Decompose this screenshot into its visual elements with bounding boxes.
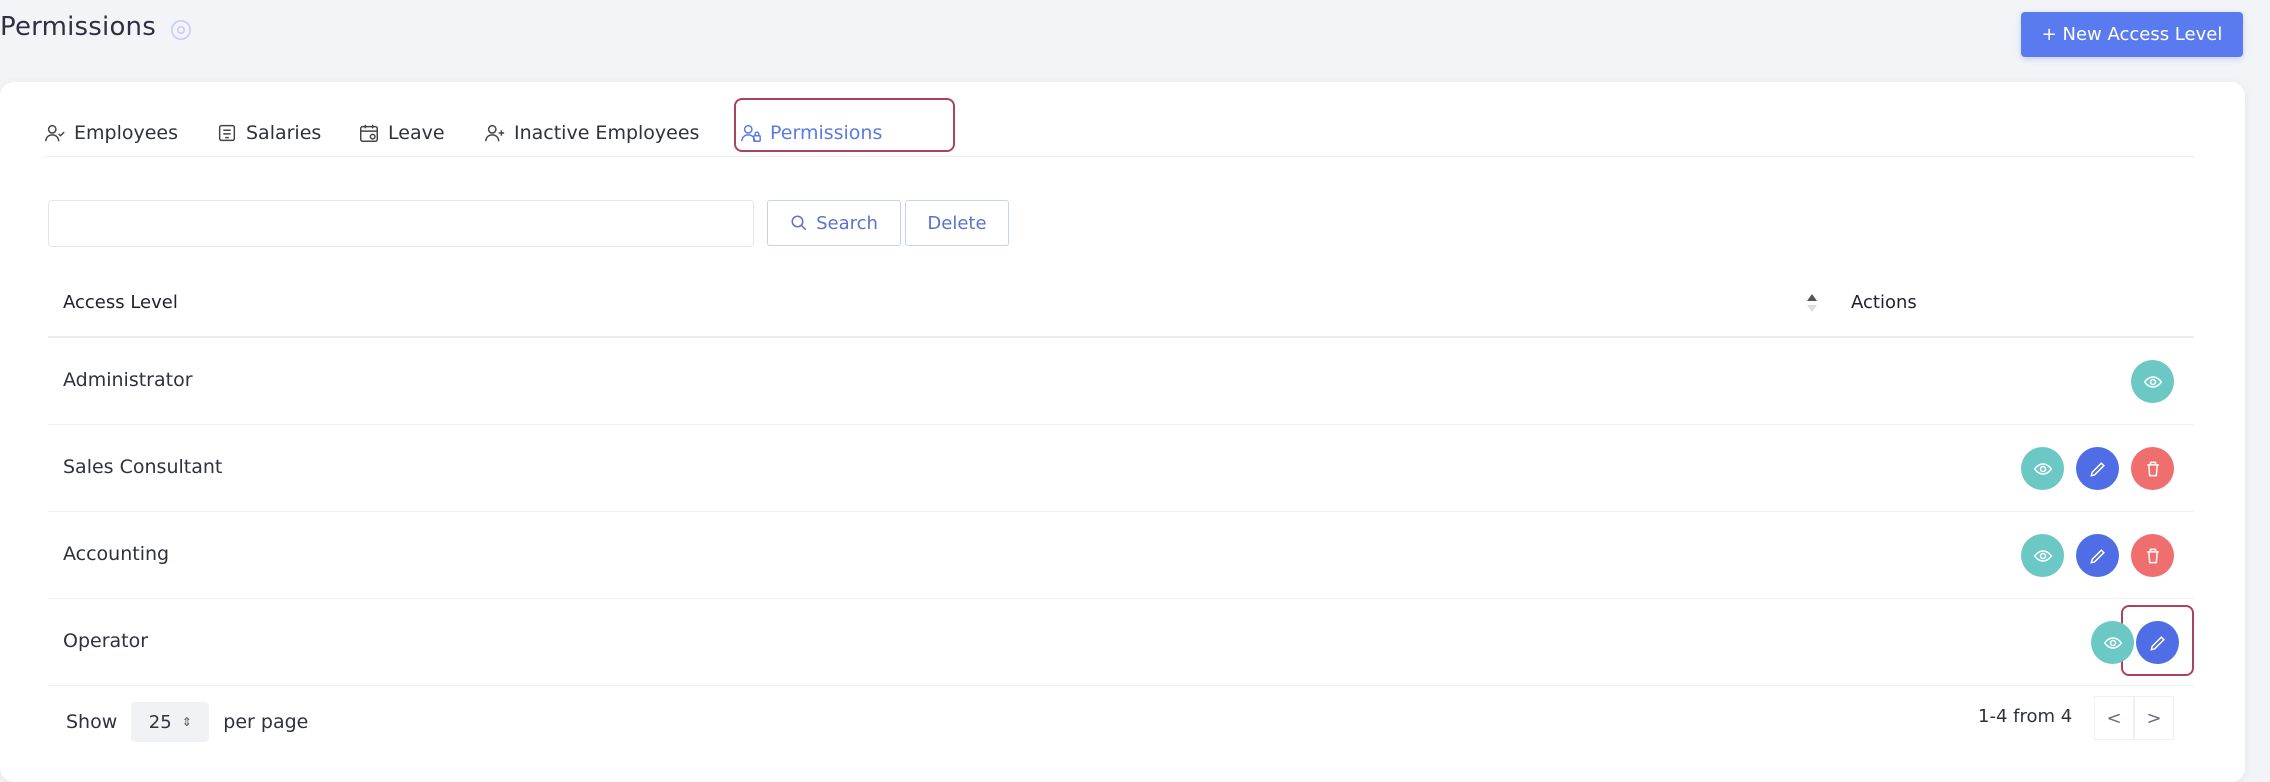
table-row: Administrator — [48, 338, 2194, 425]
pencil-icon — [2088, 459, 2108, 479]
chevron-left-icon: < — [2106, 707, 2122, 729]
edit-button[interactable] — [2076, 534, 2119, 577]
access-level-name: Operator — [63, 630, 149, 652]
chevron-right-icon: > — [2146, 707, 2162, 729]
trash-icon — [2143, 546, 2163, 566]
tab-permissions-label: Permissions — [770, 122, 883, 144]
tab-salaries-label: Salaries — [246, 122, 322, 144]
view-button[interactable] — [2131, 360, 2174, 403]
table-row: Operator — [48, 599, 2194, 686]
eye-icon — [2143, 372, 2163, 392]
search-button[interactable]: Search — [767, 200, 901, 246]
user-check-icon — [44, 122, 66, 144]
edit-button[interactable] — [2136, 621, 2179, 664]
row-actions — [2021, 447, 2174, 490]
tab-leave[interactable]: Leave — [358, 122, 445, 144]
access-level-name: Sales Consultant — [63, 456, 223, 478]
pencil-icon — [2088, 546, 2108, 566]
eye-icon — [2103, 633, 2123, 653]
new-access-level-label: + New Access Level — [2041, 24, 2223, 45]
table-header: Access Level Actions — [48, 272, 2194, 338]
per-page-select[interactable]: 25 ⇕ — [131, 702, 210, 742]
access-level-name: Administrator — [63, 369, 193, 391]
column-header-access-level[interactable]: Access Level — [63, 292, 178, 313]
table-row: Accounting — [48, 512, 2194, 599]
row-actions — [2091, 621, 2179, 664]
search-input[interactable] — [48, 200, 754, 247]
tab-employees[interactable]: Employees — [44, 122, 178, 144]
eye-icon — [2033, 546, 2053, 566]
column-header-actions: Actions — [1851, 292, 1917, 313]
search-button-label: Search — [816, 212, 878, 234]
trash-icon — [2143, 459, 2163, 479]
select-caret-icon: ⇕ — [181, 715, 192, 729]
delete-button-label: Delete — [927, 212, 987, 234]
view-button[interactable] — [2091, 621, 2134, 664]
sort-ascending-icon[interactable] — [1806, 292, 1818, 314]
table-row: Sales Consultant — [48, 425, 2194, 512]
pencil-icon — [2148, 633, 2168, 653]
pagination-info: 1-4 from 4 — [1978, 706, 2073, 727]
tab-salaries[interactable]: Salaries — [216, 122, 321, 144]
calendar-icon — [358, 122, 380, 144]
per-page-control: Show 25 ⇕ per page — [66, 702, 308, 742]
wallet-icon — [216, 122, 238, 144]
gear-circle-icon[interactable] — [170, 19, 192, 41]
main-card: Employees Salaries Leave Inactive Employ… — [0, 82, 2245, 782]
show-label: Show — [66, 711, 118, 733]
tab-permissions[interactable]: Permissions — [740, 122, 882, 144]
user-plus-icon — [484, 122, 506, 144]
delete-row-button[interactable] — [2131, 447, 2174, 490]
access-level-table: Access Level Actions Administrator Sales… — [48, 272, 2194, 686]
per-page-value: 25 — [148, 711, 172, 733]
row-actions — [2021, 534, 2174, 577]
tab-bar: Employees Salaries Leave Inactive Employ… — [44, 98, 2195, 157]
tab-inactive-employees[interactable]: Inactive Employees — [484, 122, 699, 144]
tab-leave-label: Leave — [388, 122, 445, 144]
per-page-label: per page — [223, 711, 309, 733]
page-title: Permissions — [0, 12, 156, 42]
view-button[interactable] — [2021, 534, 2064, 577]
eye-icon — [2033, 459, 2053, 479]
new-access-level-button[interactable]: + New Access Level — [2021, 12, 2243, 57]
next-page-button[interactable]: > — [2134, 696, 2174, 740]
prev-page-button[interactable]: < — [2094, 696, 2134, 740]
view-button[interactable] — [2021, 447, 2064, 490]
edit-button[interactable] — [2076, 447, 2119, 490]
tab-inactive-employees-label: Inactive Employees — [514, 122, 700, 144]
search-icon — [790, 214, 808, 232]
user-lock-icon — [740, 122, 762, 144]
access-level-name: Accounting — [63, 543, 170, 565]
delete-row-button[interactable] — [2131, 534, 2174, 577]
delete-button[interactable]: Delete — [905, 200, 1009, 246]
row-actions — [2131, 360, 2174, 403]
tab-employees-label: Employees — [74, 122, 178, 144]
